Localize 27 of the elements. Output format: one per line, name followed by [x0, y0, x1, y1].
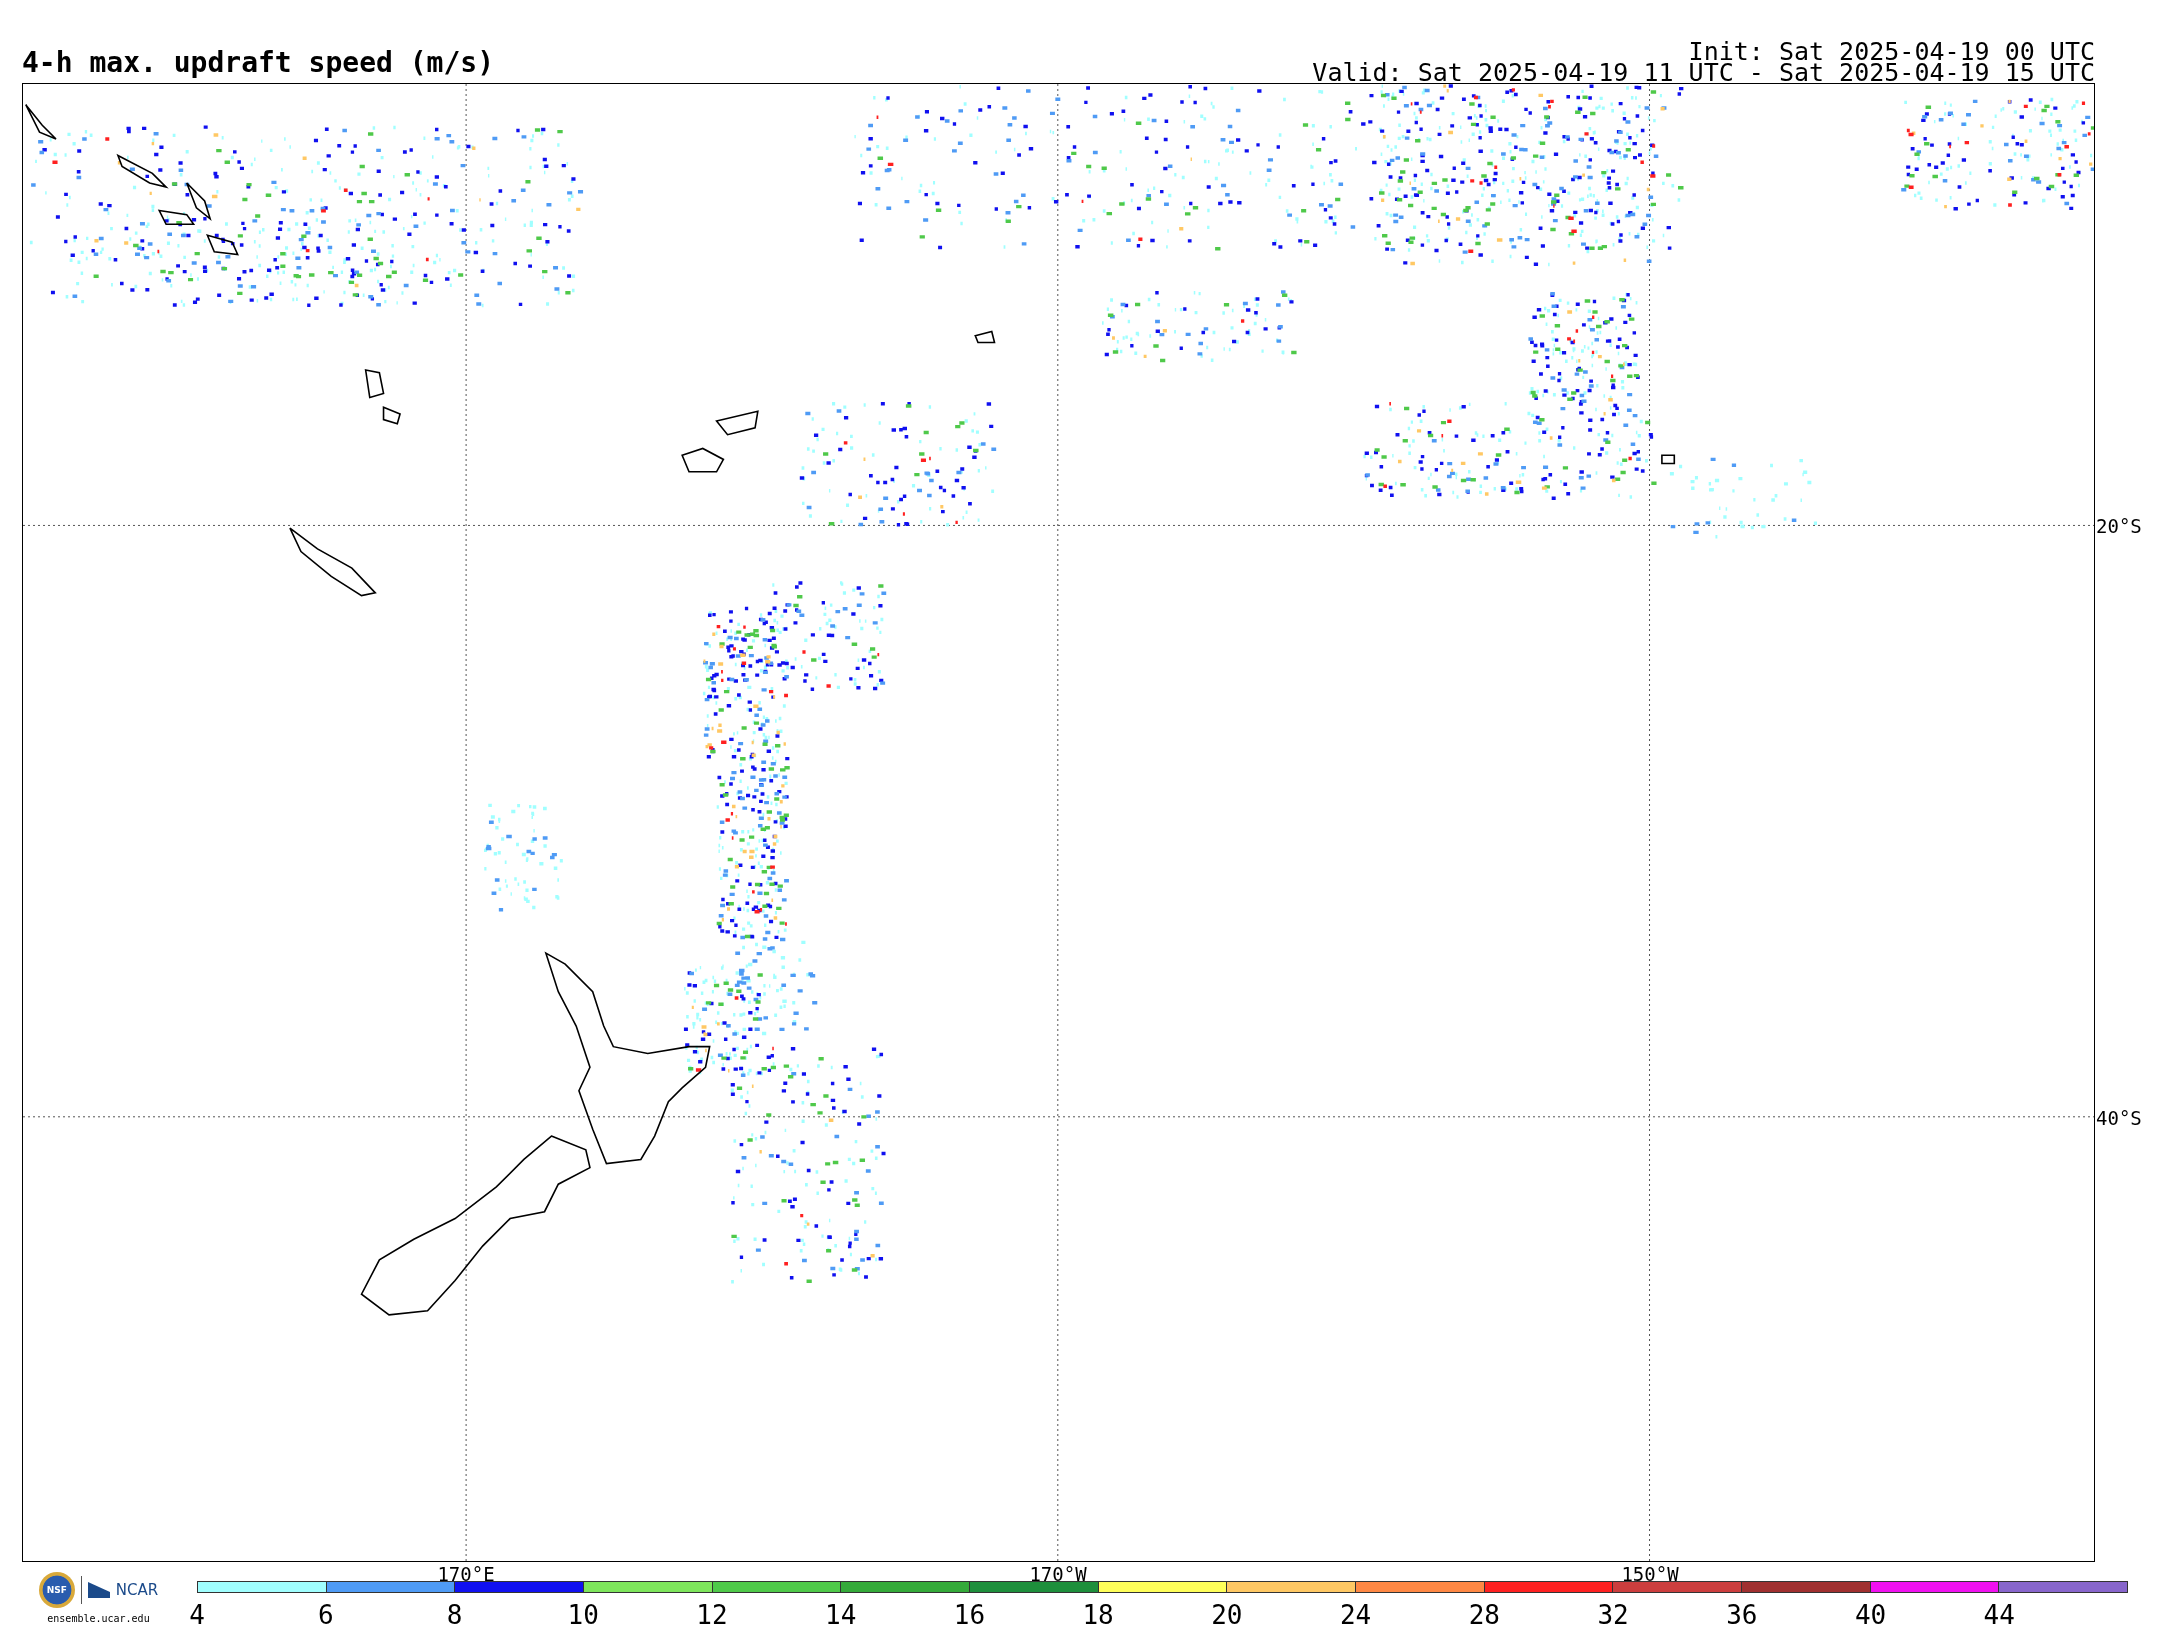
scale-tick-label: 8: [446, 1600, 463, 1626]
emblem-logo: NSF: [38, 1572, 75, 1608]
scale-tick-label: 40: [1854, 1600, 1887, 1626]
scale-tick-label: 12: [696, 1600, 728, 1626]
scale-tick-label: 14: [825, 1600, 857, 1626]
longitude-label: 170°W: [1029, 1563, 1087, 1585]
swoosh-icon: [87, 1582, 110, 1598]
scale-tick-label: 32: [1597, 1600, 1629, 1626]
scale-tick-label: 6: [317, 1600, 334, 1626]
scale-tick-label: 28: [1468, 1600, 1500, 1626]
scale-tick-label: 4: [189, 1600, 205, 1626]
scale-tick-label: 16: [953, 1600, 986, 1626]
scale-tick-label: 36: [1726, 1600, 1758, 1626]
longitude-label: 150°W: [1621, 1563, 1679, 1585]
longitude-label: 170°E: [437, 1563, 495, 1585]
scale-tick-label: 20: [1211, 1600, 1243, 1626]
scale-tick-label: 44: [1983, 1600, 2015, 1626]
scale-tick-label: 24: [1339, 1600, 1372, 1626]
scale-tick-label: 18: [1082, 1600, 1114, 1626]
map-title: 4-h max. updraft speed (m/s): [22, 49, 494, 77]
latitude-label: 40°S: [2096, 1107, 2142, 1129]
brand-logo: NCAR: [115, 1581, 159, 1599]
init-time: Init: Sat 2025-04-19 00 UTC: [1688, 41, 2095, 62]
scale-tick-label: 10: [567, 1600, 599, 1626]
valid-time: Valid: Sat 2025-04-19 11 UTC - Sat 2025-04-19 15 UTC: [1312, 62, 2095, 83]
latitude-label: 20°S: [2096, 515, 2142, 537]
website-url: ensemble.ucar.edu: [47, 1613, 150, 1624]
